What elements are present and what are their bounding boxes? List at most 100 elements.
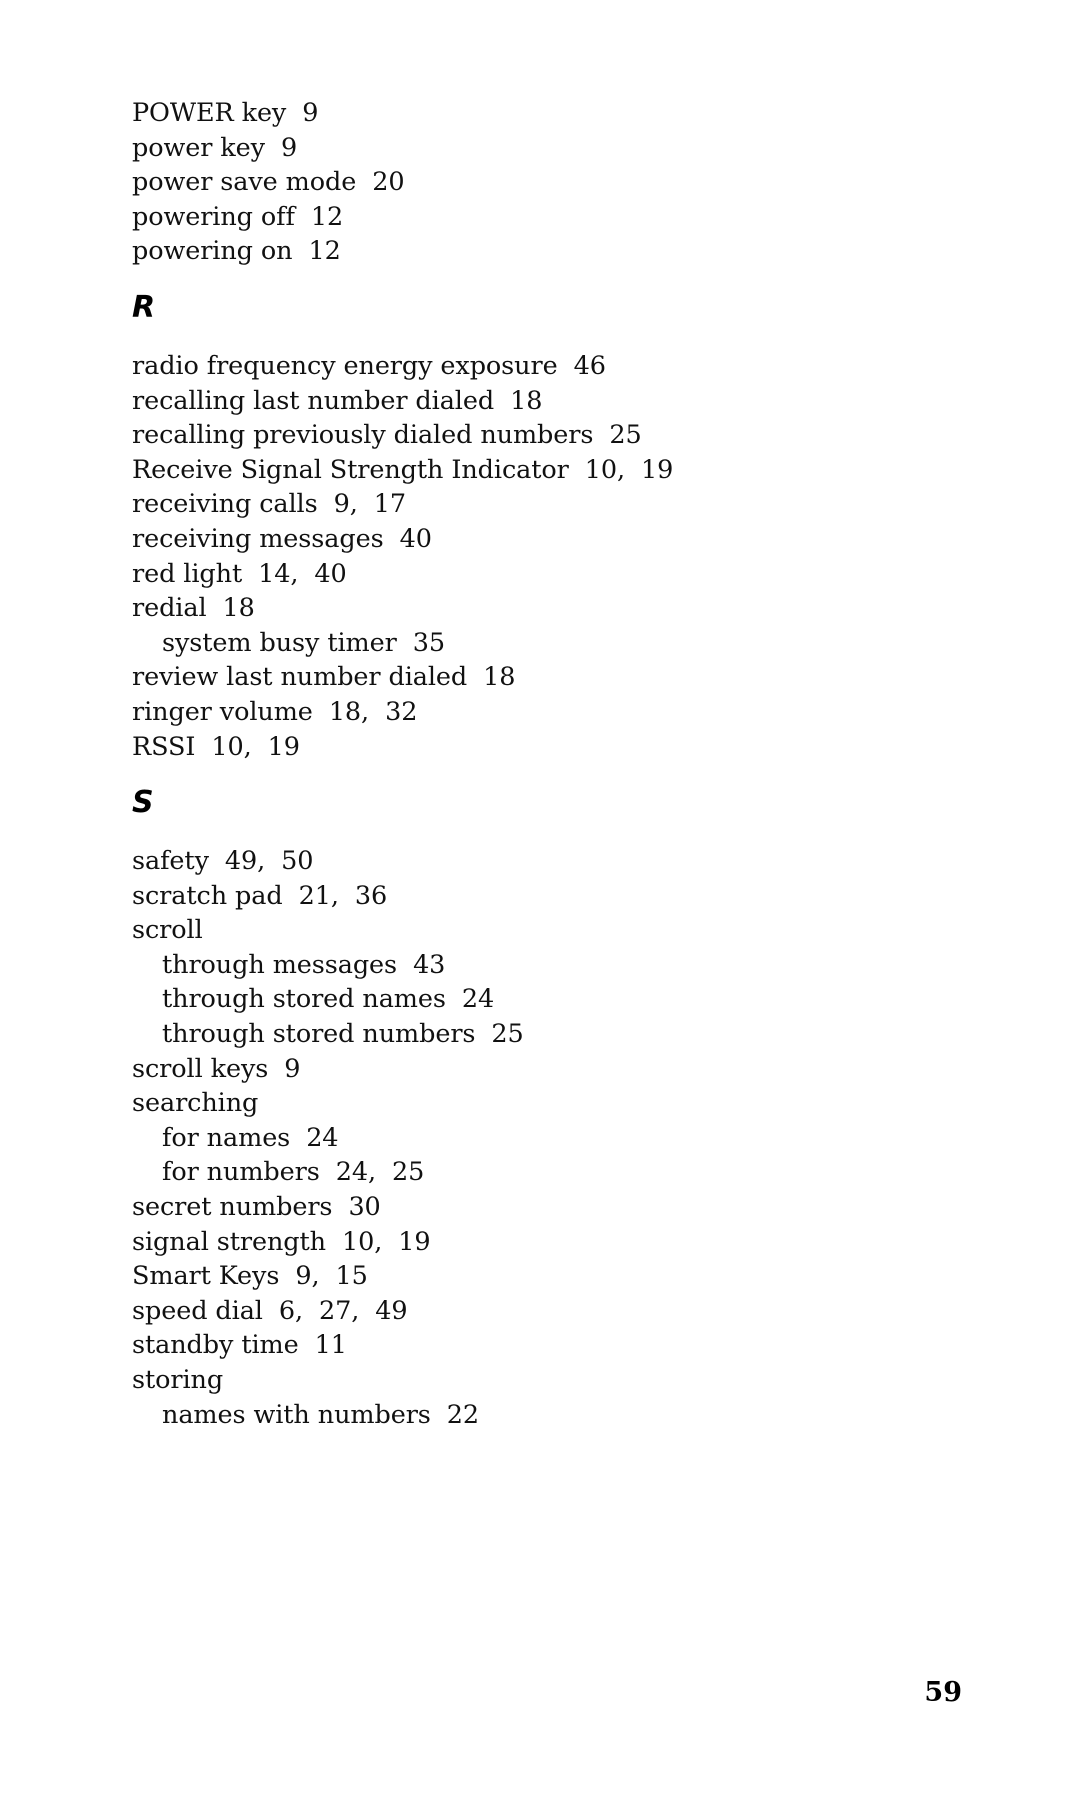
index-entry-term: powering on xyxy=(132,236,293,267)
index-entry-pages: 9 xyxy=(302,98,319,128)
section-letter-heading: R xyxy=(132,289,156,325)
index-entry-pages: 22 xyxy=(446,1399,480,1430)
index-entry: receiving calls 9, 17 xyxy=(132,487,962,522)
index-entry-pages: 40 xyxy=(399,523,432,554)
section-spacer-bottom xyxy=(132,820,962,844)
index-entry-term: system busy timer xyxy=(162,627,397,658)
index-entry-term: red light xyxy=(132,558,243,589)
index-entry-pages: 24 xyxy=(306,1122,339,1153)
index-entry-term: through stored numbers xyxy=(162,1019,476,1050)
index-subentry: for numbers 24, 25 xyxy=(132,1155,962,1190)
index-entry-pages: 25 xyxy=(609,420,642,451)
index-entry-pages: 9, 15 xyxy=(295,1261,368,1292)
index-entry-pages: 25 xyxy=(491,1019,524,1050)
index-entry: receiving messages 40 xyxy=(132,522,962,557)
section-letter-heading: S xyxy=(132,785,154,821)
index-entry-term: through messages xyxy=(162,949,398,980)
index-entry-pages: 11 xyxy=(314,1330,347,1361)
index-entry-term: secret numbers xyxy=(132,1192,333,1223)
index-subentry: through stored names 24 xyxy=(132,982,962,1017)
index-entry-term: standby time xyxy=(132,1330,299,1361)
index-entry-term: safety xyxy=(132,846,209,877)
index-entry: power save mode 20 xyxy=(132,165,962,200)
index-entry: recalling last number dialed 18 xyxy=(132,384,962,419)
index-entry-term: ringer volume xyxy=(132,696,313,727)
index-entry-pages: 24 xyxy=(461,984,495,1015)
index-entry-term: speed dial xyxy=(132,1295,263,1326)
index-entry-term: redial xyxy=(132,593,207,624)
section-spacer-bottom xyxy=(132,325,962,349)
index-entry-pages: 9, 17 xyxy=(333,489,407,520)
index-entry: red light 14, 40 xyxy=(132,557,962,592)
index-entry: powering on 12 xyxy=(132,234,962,269)
index-entry: POWER key 9 xyxy=(132,96,962,131)
index-entry-pages: 12 xyxy=(310,201,344,232)
index-entry-term: signal strength xyxy=(132,1226,326,1257)
index-entry-term: receiving calls xyxy=(132,489,318,520)
index-entry-pages: 30 xyxy=(348,1192,381,1223)
index-entry-term: scroll keys xyxy=(132,1053,269,1084)
index-entry: ringer volume 18, 32 xyxy=(132,695,962,730)
index-entry: redial 18 xyxy=(132,591,962,626)
index-entry-term: power key xyxy=(132,132,265,163)
index-entry-term: powering off xyxy=(132,201,295,232)
index-entry-pages: 24, 25 xyxy=(335,1157,425,1188)
index-entry: Smart Keys 9, 15 xyxy=(132,1259,962,1294)
index-entry-term: receiving messages xyxy=(132,523,384,554)
index-entry-pages: 49, 50 xyxy=(224,846,314,877)
index-entry-pages: 9 xyxy=(280,132,298,163)
index-entry: review last number dialed 18 xyxy=(132,660,962,695)
page-number: 59 xyxy=(924,1677,962,1708)
index-entry: scroll xyxy=(132,913,962,948)
section-spacer-top xyxy=(132,269,962,291)
index-entry-pages: 6, 27, 49 xyxy=(278,1295,408,1326)
index-subentry: names with numbers 22 xyxy=(132,1398,962,1433)
index-entry-term: searching xyxy=(132,1088,259,1119)
index-entry-term: through stored names xyxy=(162,984,446,1015)
index-entry: scroll keys 9 xyxy=(132,1052,962,1087)
index-entry: RSSI 10, 19 xyxy=(132,730,962,765)
index-entry-pages: 18 xyxy=(510,385,543,416)
index-entry-term: for names xyxy=(162,1122,291,1153)
index-entry-term: scroll xyxy=(132,915,203,946)
index-page: POWER key 9 power key 9 power save mode 20… xyxy=(0,0,1080,1800)
index-subentry: through stored numbers 25 xyxy=(132,1017,962,1052)
index-entry-term: power save mode xyxy=(132,167,357,198)
index-entry-pages: 14, 40 xyxy=(258,558,347,589)
index-entry: Receive Signal Strength Indicator 10, 19 xyxy=(132,453,962,488)
index-subentry: system busy timer 35 xyxy=(132,626,962,661)
index-entry-pages: 10, 19 xyxy=(211,731,300,762)
index-entry: speed dial 6, 27, 49 xyxy=(132,1294,962,1329)
index-entry-term: storing xyxy=(132,1365,224,1395)
index-subentry: for names 24 xyxy=(132,1121,962,1156)
index-entry-pages: 10, 19 xyxy=(342,1226,431,1257)
index-entry-pages: 10, 19 xyxy=(584,454,674,485)
index-entry-pages: 18 xyxy=(483,662,516,693)
index-entry-pages: 9 xyxy=(284,1053,301,1084)
index-entry-pages: 21, 36 xyxy=(298,880,388,911)
index-entry: storing xyxy=(132,1363,962,1398)
index-entry: recalling previously dialed numbers 25 xyxy=(132,418,962,453)
index-entry: scratch pad 21, 36 xyxy=(132,879,962,914)
index-entry: standby time 11 xyxy=(132,1328,962,1363)
index-entry: safety 49, 50 xyxy=(132,844,962,879)
index-entry-pages: 46 xyxy=(573,350,606,381)
index-entry-term: for numbers xyxy=(162,1157,320,1188)
index-entry: power key 9 xyxy=(132,131,962,166)
index-entry-pages: 18, 32 xyxy=(328,696,418,727)
index-entry: powering off 12 xyxy=(132,200,962,235)
index-entry-term: radio frequency energy exposure xyxy=(132,350,558,381)
index-entry-term: review last number dialed xyxy=(132,662,468,693)
index-entry-term: recalling previously dialed numbers xyxy=(132,420,594,451)
index-entry-term: RSSI xyxy=(132,731,196,762)
index-entry-term: names with numbers xyxy=(162,1399,431,1430)
index-entry-pages: 43 xyxy=(413,949,446,980)
index-entry-pages: 18 xyxy=(222,593,255,624)
index-content: POWER key 9 power key 9 power save mode 20… xyxy=(132,96,962,1432)
index-entry-pages: 12 xyxy=(308,236,341,267)
index-entry-term: recalling last number dialed xyxy=(132,385,495,416)
index-entry-pages: 20 xyxy=(372,167,405,198)
index-subentry: through messages 43 xyxy=(132,948,962,983)
index-entry: radio frequency energy exposure 46 xyxy=(132,349,962,384)
index-entry-term: POWER key xyxy=(132,98,287,128)
